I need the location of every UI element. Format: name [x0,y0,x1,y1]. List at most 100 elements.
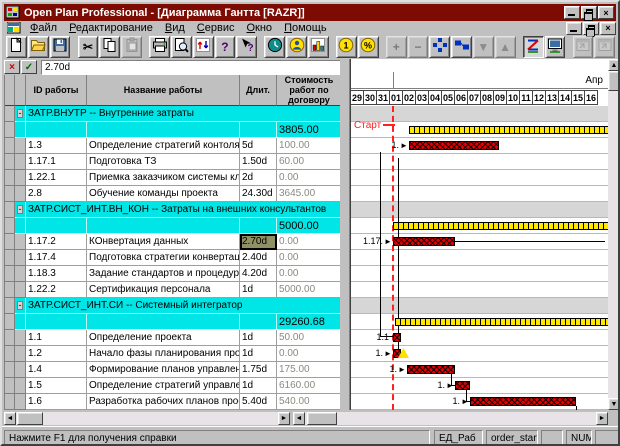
name-cell[interactable]: Подготовка ТЗ [87,154,240,170]
row-selector-cell[interactable] [5,170,15,186]
row-selector-cell[interactable] [5,346,15,362]
collapse-cell[interactable] [15,378,26,394]
help-button[interactable]: ? [215,36,236,58]
duration-cell[interactable]: 1d [240,330,277,346]
duration-cell[interactable] [240,218,277,234]
restore-button[interactable] [581,6,597,19]
row-selector-cell[interactable] [5,250,15,266]
expand-button[interactable] [429,36,450,58]
duration-cell[interactable]: 5.40d [240,394,277,410]
id-cell[interactable]: 1.17.4 [26,250,87,266]
id-cell[interactable]: 1.17.2 [26,234,87,250]
collapse-cell[interactable]: - [15,106,26,122]
task-bar[interactable] [409,141,499,150]
cost-cell[interactable]: 5000.00 [277,218,340,234]
id-cell[interactable]: 2.8 [26,186,87,202]
name-cell[interactable]: Сертификация персонала [87,282,240,298]
cost-cell[interactable]: 0.00 [277,170,340,186]
duration-cell[interactable]: 2.40d [240,250,277,266]
collapse-cell[interactable] [15,282,26,298]
cut-button[interactable]: ✂ [78,36,99,58]
resource-analysis-button[interactable] [286,36,307,58]
collapse-cell[interactable] [15,314,26,330]
name-cell[interactable] [87,122,240,138]
id-cell[interactable]: 1.22.1 [26,170,87,186]
id-cell[interactable]: 1.1 [26,330,87,346]
cost-cell[interactable]: 100.00 [277,138,340,154]
id-cell[interactable]: 1.6 [26,394,87,410]
pane-splitter[interactable] [340,59,350,410]
row-selector-cell[interactable] [5,378,15,394]
row-selector-cell[interactable] [5,282,15,298]
cost-cell[interactable]: 60.00 [277,154,340,170]
scroll-left-icon[interactable]: ◄ [4,412,16,425]
row-selector-cell[interactable] [5,202,15,218]
row-selector-cell[interactable] [5,266,15,282]
close-button[interactable]: × [598,6,614,19]
mdi-restore-button[interactable] [583,22,599,35]
id-cell[interactable]: 1.4 [26,362,87,378]
duration-cell[interactable]: 4.20d [240,266,277,282]
cost-cell[interactable]: 50.00 [277,330,340,346]
collapse-cell[interactable] [15,362,26,378]
cell-edit-input[interactable] [41,60,342,75]
collapse-cell[interactable] [15,394,26,410]
collapse-cell[interactable]: - [15,202,26,218]
cost-cell[interactable]: 0.00 [277,266,340,282]
duration-cell[interactable]: 1d [240,378,277,394]
id-cell[interactable] [26,218,87,234]
row-selector-cell[interactable] [5,138,15,154]
collapse-cell[interactable] [15,218,26,234]
collapse-cell[interactable] [15,154,26,170]
row-selector-cell[interactable] [5,394,15,410]
row-selector-cell[interactable] [5,218,15,234]
print-preview-button[interactable] [171,36,192,58]
scroll-down-icon[interactable]: ▼ [608,398,620,410]
collapse-cell[interactable]: - [15,298,26,314]
duration-cell[interactable]: 2.70d [240,234,277,250]
name-cell[interactable]: Определение стратегий управления р [87,378,240,394]
collapse-cell[interactable] [15,266,26,282]
cost-cell[interactable]: 6160.00 [277,378,340,394]
menu-item-window[interactable]: Окно [240,22,278,34]
name-cell[interactable]: Задание стандартов и процедур по д [87,266,240,282]
summary-bar[interactable] [409,126,608,134]
collapse-cell[interactable] [15,250,26,266]
duration-cell[interactable]: 1.50d [240,154,277,170]
name-cell[interactable]: КОнвертация данных [87,234,240,250]
context-help-button[interactable]: ? [236,36,257,58]
collapse-cell[interactable] [15,186,26,202]
collapse-button[interactable] [451,36,472,58]
name-cell[interactable]: Определение проекта [87,330,240,346]
group-title-cell[interactable]: ЗАТР.СИСТ_ИНТ.СИ -- Системный интегратор [26,298,340,314]
scroll-right-icon[interactable]: ► [596,412,608,425]
menu-item-edit[interactable]: Редактирование [63,22,159,34]
row-selector-cell[interactable] [5,106,15,122]
scroll-left-icon[interactable]: ◄ [293,412,305,425]
open-button[interactable] [28,36,49,58]
collapse-cell[interactable] [15,170,26,186]
duration-cell[interactable]: 1d [240,346,277,362]
table-hscrollbar[interactable]: ◄ ► [4,412,290,425]
screen-view-button[interactable] [545,36,566,58]
collapse-cell[interactable] [15,234,26,250]
name-cell[interactable]: Подготовка стратегии конвертации [87,250,240,266]
id-cell[interactable]: 1.2 [26,346,87,362]
cost-cell[interactable]: 0.00 [277,346,340,362]
gantt-hscrollbar[interactable]: ◄ ► [293,412,608,425]
summary-bar[interactable] [393,222,608,230]
id-cell[interactable]: 1.5 [26,378,87,394]
collapse-cell[interactable] [15,330,26,346]
cost-cell[interactable]: 5000.00 [277,282,340,298]
cost-cell[interactable]: 29260.68 [277,314,340,330]
duration-cell[interactable]: 1d [240,282,277,298]
task-bar[interactable] [393,237,455,246]
name-cell[interactable] [87,314,240,330]
menu-item-tools[interactable]: Сервис [191,22,241,34]
name-cell[interactable]: Разработка рабочих планов проекта [87,394,240,410]
id-cell[interactable]: 1.18.3 [26,266,87,282]
cost-button[interactable]: 1 [336,36,357,58]
duration-cell[interactable]: 1.75d [240,362,277,378]
group-title-cell[interactable]: ЗАТР.СИСТ_ИНТ.ВН_КОН -- Затраты на внешн… [26,202,340,218]
accept-edit-button[interactable]: ✓ [21,60,37,74]
